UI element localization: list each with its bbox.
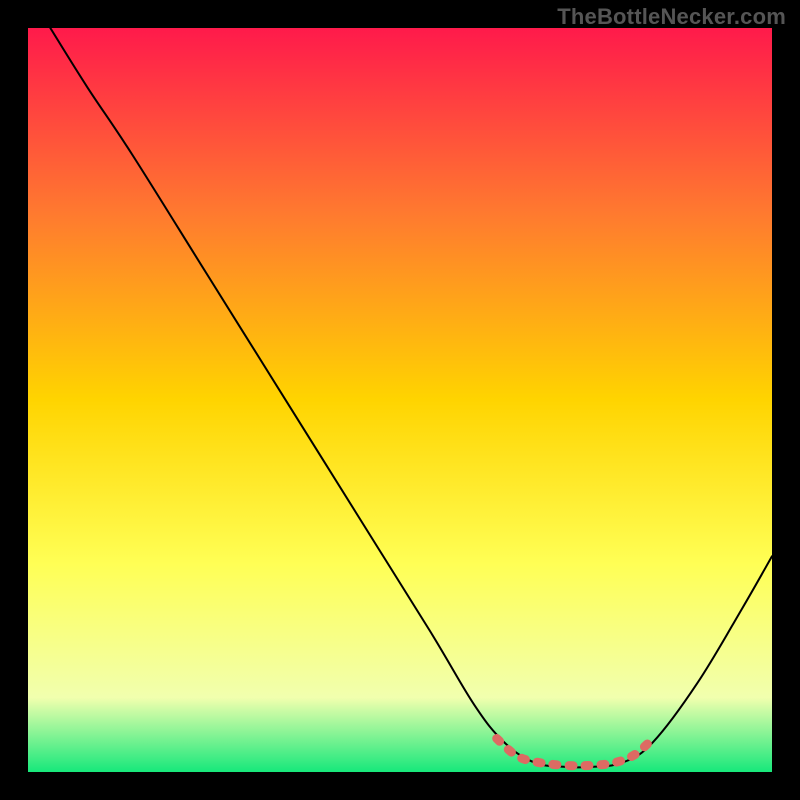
gradient-background xyxy=(28,28,772,772)
bottleneck-chart xyxy=(28,28,772,772)
watermark-text: TheBottleNecker.com xyxy=(557,4,786,30)
chart-frame: TheBottleNecker.com xyxy=(0,0,800,800)
